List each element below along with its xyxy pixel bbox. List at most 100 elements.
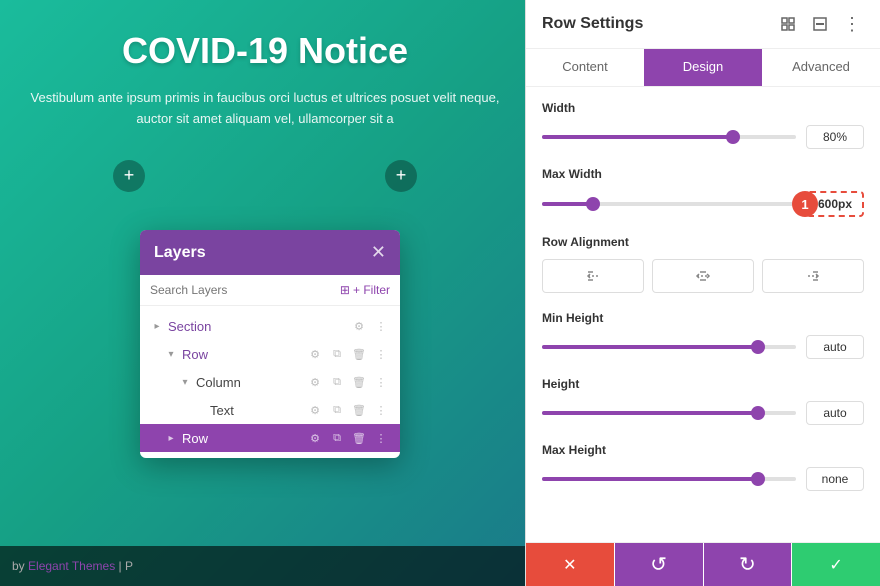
settings-icon-row1[interactable]: ⚙ [306,345,324,363]
height-slider-fill [542,411,758,415]
layer-section-name: Section [168,319,350,334]
layer-section: ▸ Section ⚙ ⋮ [140,312,400,340]
copy-icon-text[interactable]: ⧉ [328,401,346,419]
more-icon-section[interactable]: ⋮ [372,317,390,335]
toggle-row-1[interactable]: ▾ [164,347,178,361]
add-buttons-row: + + [20,150,510,202]
toggle-row-2[interactable]: ▸ [164,431,178,445]
row-settings-title: Row Settings [542,15,643,33]
width-label: Width [542,101,864,115]
max-height-section: Max Height [542,443,864,491]
bg-content: COVID-19 Notice Vestibulum ante ipsum pr… [0,0,530,232]
more-icon-column[interactable]: ⋮ [372,373,390,391]
toggle-column[interactable]: ▾ [178,375,192,389]
layers-filter-button[interactable]: ⊞ + Filter [340,283,390,297]
more-icon-row1[interactable]: ⋮ [372,345,390,363]
reset-button[interactable]: ↺ [615,543,703,586]
bg-text: Vestibulum ante ipsum primis in faucibus… [20,88,510,130]
layers-close-button[interactable]: ✕ [371,242,386,263]
max-height-label: Max Height [542,443,864,457]
tab-content[interactable]: Content [526,49,644,86]
layer-row-1-name: Row [182,347,306,362]
settings-icon-column[interactable]: ⚙ [306,373,324,391]
layers-search-bar: ⊞ + Filter [140,275,400,306]
max-height-slider-row [542,467,864,491]
toggle-section[interactable]: ▸ [150,319,164,333]
min-height-section: Min Height [542,311,864,359]
height-slider-thumb[interactable] [751,406,765,420]
expand-icon-btn[interactable] [776,12,800,36]
align-center-icon [695,268,711,284]
settings-icon-section[interactable]: ⚙ [350,317,368,335]
max-height-value-input[interactable] [806,467,864,491]
settings-icon-text[interactable]: ⚙ [306,401,324,419]
cancel-icon: ✕ [563,555,576,575]
layer-row-1: ▾ Row ⚙ ⧉ 🗑 ⋮ [140,340,400,368]
reset-icon: ↺ [650,552,667,577]
min-height-slider-fill [542,345,758,349]
more-options-btn[interactable]: ⋮ [840,12,864,36]
settings-icon-row2[interactable]: ⚙ [306,429,324,447]
align-left-icon [585,268,601,284]
height-slider-track[interactable] [542,411,796,415]
badge-1: 1 [792,191,818,217]
more-icon-row2[interactable]: ⋮ [372,429,390,447]
copy-icon-row1[interactable]: ⧉ [328,345,346,363]
max-height-slider-track[interactable] [542,477,796,481]
delete-icon-column[interactable]: 🗑 [350,373,368,391]
min-height-slider-track[interactable] [542,345,796,349]
layer-column-name: Column [196,375,306,390]
by-label: by [12,559,25,573]
more-icon-text[interactable]: ⋮ [372,401,390,419]
layer-column-actions: ⚙ ⧉ 🗑 ⋮ [306,373,390,391]
save-button[interactable]: ✓ [792,543,880,586]
row-settings-panel: Row Settings ⋮ Conte [525,0,880,586]
layer-section-actions: ⚙ ⋮ [350,317,390,335]
align-right-button[interactable] [762,259,864,293]
copy-icon-column[interactable]: ⧉ [328,373,346,391]
width-slider-thumb[interactable] [726,130,740,144]
height-label: Height [542,377,864,391]
width-value-input[interactable] [806,125,864,149]
redo-button[interactable]: ↻ [704,543,792,586]
width-slider-track[interactable] [542,135,796,139]
redo-icon: ↻ [739,552,756,577]
brand-link[interactable]: Elegant Themes [28,559,115,573]
tab-design[interactable]: Design [644,49,762,86]
align-right-icon [805,268,821,284]
layer-text-name: Text [210,403,306,418]
layers-tree: ▸ Section ⚙ ⋮ ▾ Row ⚙ ⧉ 🗑 ⋮ ▾ Column ⚙ ⧉ [140,306,400,458]
page-indicator: P [125,559,133,573]
layers-title: Layers [154,244,206,262]
tab-advanced[interactable]: Advanced [762,49,880,86]
layer-column: ▾ Column ⚙ ⧉ 🗑 ⋮ [140,368,400,396]
layer-row-1-actions: ⚙ ⧉ 🗑 ⋮ [306,345,390,363]
add-left-button[interactable]: + [113,160,145,192]
filter-icon: ⊞ [340,283,350,297]
align-center-button[interactable] [652,259,754,293]
add-right-button[interactable]: + [385,160,417,192]
delete-icon-text[interactable]: 🗑 [350,401,368,419]
delete-icon-row1[interactable]: 🗑 [350,345,368,363]
height-section: Height [542,377,864,425]
layer-row-2: ▸ Row ⚙ ⧉ 🗑 ⋮ [140,424,400,452]
cancel-button[interactable]: ✕ [526,543,614,586]
max-width-slider-thumb[interactable] [586,197,600,211]
minimize-icon-btn[interactable] [808,12,832,36]
width-slider-row [542,125,864,149]
filter-label: + Filter [353,283,390,297]
row-alignment-section: Row Alignment [542,235,864,293]
delete-icon-row2[interactable]: 🗑 [350,429,368,447]
align-left-button[interactable] [542,259,644,293]
layer-text: Text ⚙ ⧉ 🗑 ⋮ [140,396,400,424]
layers-search-input[interactable] [150,283,332,297]
copy-icon-row2[interactable]: ⧉ [328,429,346,447]
min-height-value-input[interactable] [806,335,864,359]
max-width-slider-track[interactable] [542,202,796,206]
min-height-slider-thumb[interactable] [751,340,765,354]
max-height-slider-thumb[interactable] [751,472,765,486]
expand-icon [781,17,795,31]
save-icon: ✓ [829,555,842,575]
height-slider-row [542,401,864,425]
height-value-input[interactable] [806,401,864,425]
